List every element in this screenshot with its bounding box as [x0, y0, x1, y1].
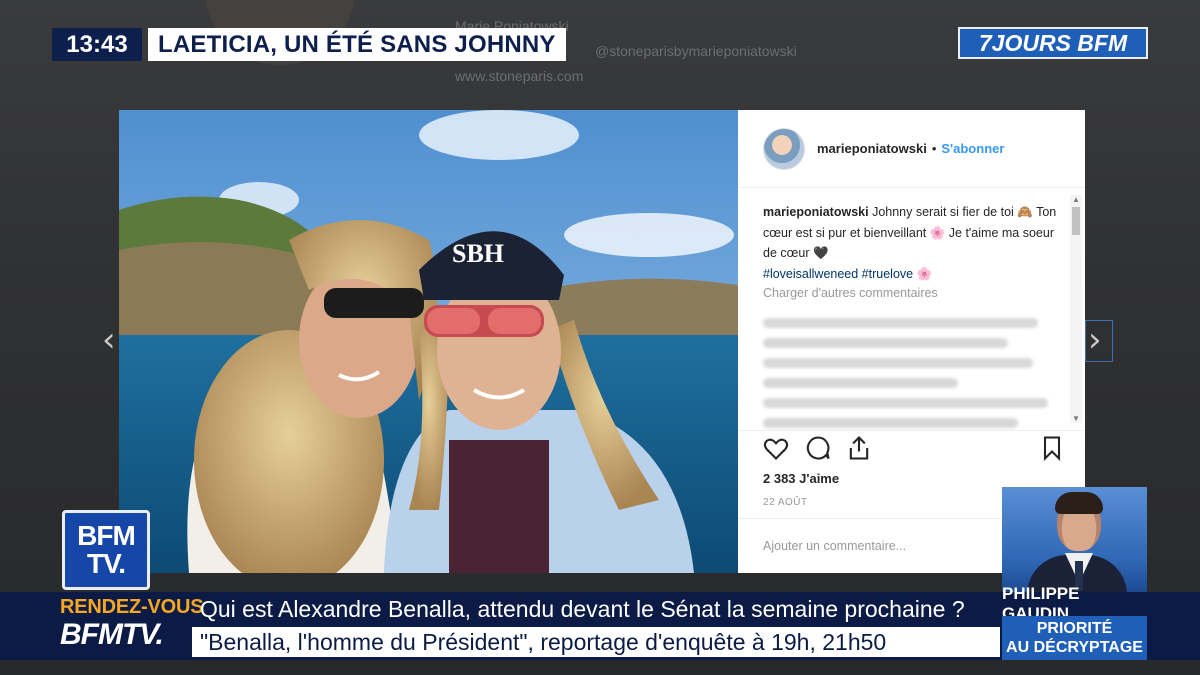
scroll-down-icon[interactable]: ▼ — [1072, 414, 1080, 423]
post-date: 22 AOÛT — [763, 497, 808, 508]
bfmtv-logo-line2: TV. — [87, 548, 126, 579]
like-heart-icon[interactable] — [762, 434, 790, 462]
follow-button[interactable]: S'abonner — [941, 141, 1004, 156]
bfmtv-logo-line1: BFM — [77, 520, 136, 551]
post-caption: marieponiatowski Johnny serait si fier d… — [763, 202, 1068, 284]
photo-illustration: SBH — [119, 110, 738, 573]
presenter-show-line1: PRIORITÉ — [1036, 620, 1113, 637]
comment-bubble-icon[interactable] — [804, 434, 832, 462]
bookmark-icon[interactable] — [1038, 434, 1066, 462]
prev-arrow-icon[interactable]: ‹ — [102, 320, 116, 360]
load-more-comments[interactable]: Charger d'autres commentaires — [763, 286, 938, 300]
presenter-name: PHILIPPE GAUDIN — [1002, 584, 1147, 623]
comments-scrollbar[interactable]: ▲ ▼ — [1070, 195, 1082, 423]
broadcast-clock: 13:43 — [52, 28, 142, 61]
rendezvous-label: RENDEZ-VOUS — [60, 596, 204, 618]
scrollbar-thumb[interactable] — [1072, 207, 1080, 235]
separator-dot: • — [931, 141, 937, 156]
broadcast-headline: LAETICIA, UN ÉTÉ SANS JOHNNY — [148, 28, 566, 61]
post-header: marieponiatowski • S'abonner — [738, 110, 1085, 188]
background-website: www.stoneparis.com — [455, 68, 584, 84]
ticker-line-2: "Benalla, l'homme du Président", reporta… — [192, 627, 1000, 657]
presenter-show: PRIORITÉ AU DÉCRYPTAGE — [1002, 616, 1147, 660]
post-username[interactable]: marieponiatowski — [817, 141, 927, 156]
share-icon[interactable] — [845, 434, 873, 462]
rendezvous-brand: BFMTV. — [60, 618, 164, 651]
background-handle: @stoneparisbymarieponiatowski — [595, 43, 797, 59]
presenter-show-line2: AU DÉCRYPTAGE — [1006, 639, 1143, 656]
bfmtv-logo: BFM TV. — [62, 510, 150, 590]
presenter-picture — [1002, 487, 1147, 592]
scroll-up-icon[interactable]: ▲ — [1072, 195, 1080, 204]
caption-author[interactable]: marieponiatowski — [763, 205, 869, 219]
next-arrow-icon[interactable]: › — [1088, 320, 1102, 360]
cap-logo-text: SBH — [452, 239, 504, 268]
post-actions — [738, 430, 1085, 470]
likes-count[interactable]: 2 383 J'aime — [763, 471, 839, 486]
channel-logo: 7JOURS BFM — [958, 27, 1148, 59]
user-avatar[interactable] — [763, 127, 805, 170]
caption-hashtags[interactable]: #loveisallweneed #truelove 🌸 — [763, 267, 932, 281]
ticker-line-1: Qui est Alexandre Benalla, attendu devan… — [200, 595, 965, 622]
instagram-photo[interactable]: SBH — [119, 110, 738, 573]
